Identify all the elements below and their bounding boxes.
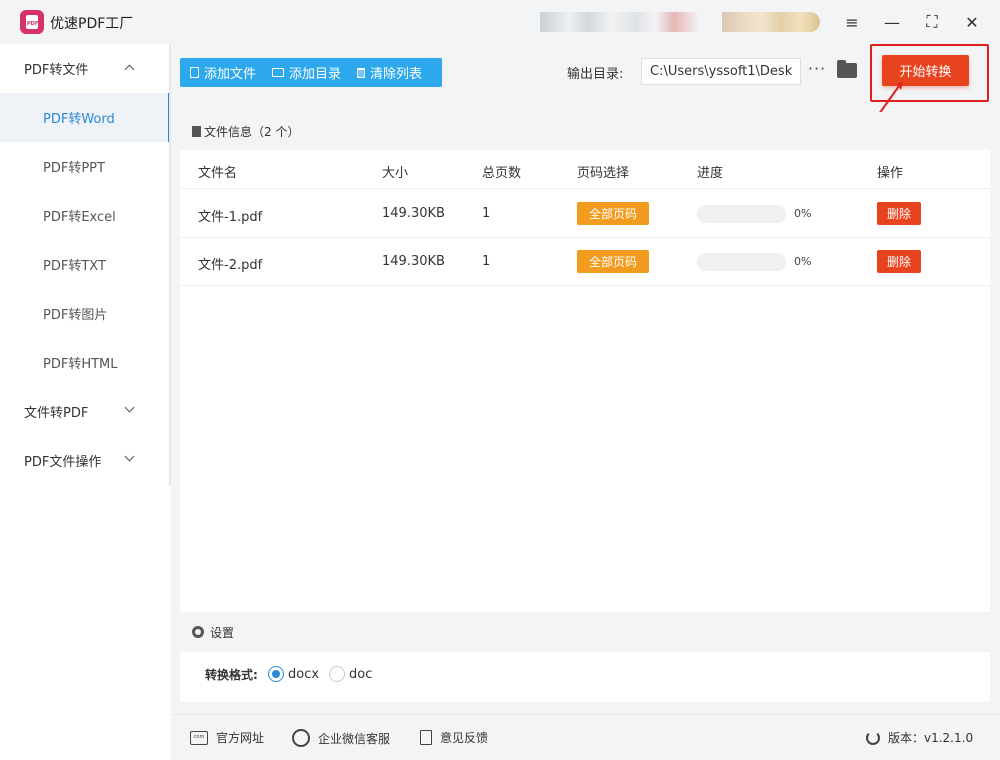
title-bar: PDF 优速PDF工厂 ≡ — ⛶ ✕ — [0, 0, 1000, 44]
trash-icon — [357, 67, 366, 78]
gear-icon — [192, 626, 204, 638]
format-radio-doc[interactable]: doc — [329, 666, 372, 682]
website-icon: com — [190, 730, 208, 745]
page-select-button[interactable]: 全部页码 — [577, 250, 649, 273]
settings-header: 设置 — [180, 612, 990, 652]
table-header: 文件名 大小 总页数 页码选择 进度 操作 — [180, 150, 990, 189]
file-size: 149.30KB — [382, 254, 445, 269]
feedback-link[interactable]: 意见反馈 — [420, 729, 488, 746]
sidebar-group-pdf-operations[interactable]: PDF文件操作 — [0, 436, 170, 485]
version-label: 版本：v1.2.1.0 — [888, 731, 974, 745]
file-list-panel: 文件信息（2 个） 文件名 大小 总页数 页码选择 进度 操作 文件-1.pdf… — [180, 112, 990, 608]
open-folder-icon[interactable] — [837, 60, 857, 78]
column-header-size: 大小 — [382, 166, 409, 181]
table-row: 文件-1.pdf 149.30KB 1 全部页码 0% 删除 — [180, 190, 990, 238]
file-name: 文件-1.pdf — [198, 210, 263, 225]
file-info-title: 文件信息（2 个） — [204, 124, 300, 139]
sidebar-item-pdf-to-word[interactable]: PDF转Word — [0, 93, 170, 142]
file-size: 149.30KB — [382, 206, 445, 221]
add-directory-button[interactable]: 添加目录 — [262, 58, 347, 87]
add-directory-label: 添加目录 — [289, 67, 342, 82]
sidebar-item-pdf-to-excel[interactable]: PDF转Excel — [0, 191, 170, 240]
chevron-down-icon — [124, 451, 135, 462]
sidebar-group-file-to-pdf[interactable]: 文件转PDF — [0, 387, 170, 436]
add-file-button[interactable]: 添加文件 — [180, 58, 262, 87]
more-options-icon[interactable]: ··· — [807, 58, 827, 84]
file-pages: 1 — [482, 254, 491, 269]
blurred-account-info — [540, 12, 700, 32]
settings-panel: 设置 转换格式: docx doc — [180, 608, 990, 702]
official-website-link[interactable]: com 官方网址 — [190, 729, 264, 746]
minimize-icon[interactable]: — — [880, 10, 904, 34]
start-conversion-button[interactable]: 开始转换 — [882, 55, 969, 86]
format-label: 转换格式: — [205, 668, 258, 682]
page-select-button[interactable]: 全部页码 — [577, 202, 649, 225]
output-dir-input[interactable] — [641, 58, 801, 85]
website-label: 官方网址 — [216, 731, 265, 745]
sidebar-group-pdf-to-file[interactable]: PDF转文件 — [0, 44, 170, 93]
column-header-progress: 进度 — [697, 166, 724, 181]
delete-button[interactable]: 删除 — [877, 202, 921, 225]
delete-button[interactable]: 删除 — [877, 250, 921, 273]
output-dir-label: 输出目录: — [567, 67, 624, 82]
footer: com 官方网址 企业微信客服 意见反馈 版本：v1.2.1.0 — [171, 714, 1000, 760]
column-header-pages: 总页数 — [482, 166, 522, 181]
progress-bar — [697, 205, 786, 223]
folder-icon — [272, 68, 285, 77]
file-pages: 1 — [482, 206, 491, 221]
maximize-icon[interactable]: ⛶ — [920, 10, 944, 34]
sidebar-group-label: 文件转PDF — [24, 406, 89, 421]
file-toolbar: 添加文件 添加目录 清除列表 — [180, 58, 442, 87]
add-file-label: 添加文件 — [204, 67, 257, 82]
radio-unchecked-icon — [329, 666, 345, 682]
progress-percent: 0% — [794, 255, 812, 268]
chat-icon — [292, 729, 310, 747]
column-header-name: 文件名 — [198, 166, 238, 181]
sidebar-item-pdf-to-html[interactable]: PDF转HTML — [0, 338, 170, 387]
file-icon — [190, 67, 199, 78]
progress-percent: 0% — [794, 207, 812, 220]
sidebar-item-pdf-to-image[interactable]: PDF转图片 — [0, 289, 170, 338]
format-radio-docx[interactable]: docx — [268, 666, 319, 682]
main-content: 添加文件 添加目录 清除列表 输出目录: ··· 开始转换 文件信息（2 个） … — [171, 44, 1000, 714]
radio-checked-icon — [268, 666, 284, 682]
sidebar: PDF转文件 PDF转Word PDF转PPT PDF转Excel PDF转TX… — [0, 44, 170, 486]
sidebar-item-pdf-to-txt[interactable]: PDF转TXT — [0, 240, 170, 289]
menu-icon[interactable]: ≡ — [840, 10, 864, 34]
app-title: 优速PDF工厂 — [50, 16, 134, 32]
column-header-page-select: 页码选择 — [577, 166, 630, 181]
feedback-icon — [420, 730, 432, 745]
wechat-label: 企业微信客服 — [318, 731, 391, 746]
chevron-down-icon — [124, 402, 135, 413]
sidebar-group-label: PDF转文件 — [24, 63, 89, 78]
clear-list-label: 清除列表 — [370, 67, 423, 82]
file-name: 文件-2.pdf — [198, 258, 263, 273]
sidebar-item-pdf-to-ppt[interactable]: PDF转PPT — [0, 142, 170, 191]
column-header-action: 操作 — [877, 166, 904, 181]
wechat-support-link[interactable]: 企业微信客服 — [292, 729, 390, 747]
refresh-icon — [866, 730, 880, 745]
format-option-label: docx — [288, 666, 320, 682]
progress-bar — [697, 253, 786, 271]
version-info[interactable]: 版本：v1.2.1.0 — [866, 729, 973, 746]
settings-title: 设置 — [210, 625, 235, 640]
file-info-header: 文件信息（2 个） — [180, 112, 990, 150]
document-icon — [192, 125, 201, 137]
chevron-up-icon — [124, 64, 135, 75]
feedback-label: 意见反馈 — [440, 731, 489, 745]
format-option-label: doc — [349, 666, 373, 682]
app-logo-icon: PDF — [20, 10, 44, 34]
sidebar-group-label: PDF文件操作 — [24, 455, 102, 470]
clear-list-button[interactable]: 清除列表 — [347, 58, 428, 87]
close-icon[interactable]: ✕ — [960, 10, 984, 34]
table-row: 文件-2.pdf 149.30KB 1 全部页码 0% 删除 — [180, 238, 990, 286]
blurred-avatar — [722, 12, 820, 32]
